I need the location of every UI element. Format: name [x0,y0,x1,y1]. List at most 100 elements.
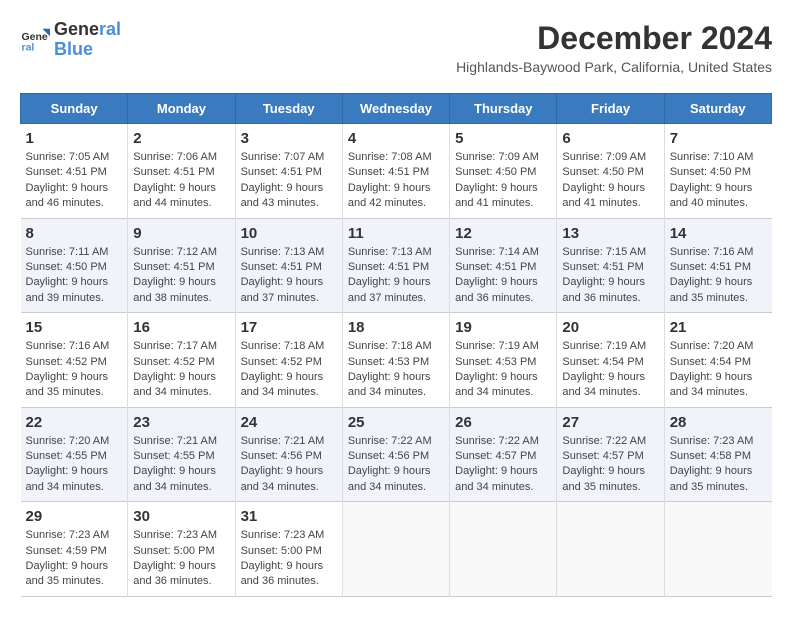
day-sunset: Sunset: 4:51 PM [670,261,751,273]
day-sunrise: Sunrise: 7:13 AM [348,246,432,258]
day-daylight: Daylight: 9 hours and 43 minutes. [241,182,324,209]
day-daylight: Daylight: 9 hours and 35 minutes. [26,371,109,398]
day-daylight: Daylight: 9 hours and 36 minutes. [455,276,538,303]
day-sunrise: Sunrise: 7:20 AM [26,435,110,447]
logo: Gene ral General Blue [20,20,121,60]
calendar-day-20: 20 Sunrise: 7:19 AM Sunset: 4:54 PM Dayl… [557,313,664,408]
day-daylight: Daylight: 9 hours and 36 minutes. [133,560,216,587]
day-sunset: Sunset: 4:50 PM [455,166,536,178]
day-daylight: Daylight: 9 hours and 41 minutes. [455,182,538,209]
day-sunrise: Sunrise: 7:16 AM [26,340,110,352]
calendar-table: SundayMondayTuesdayWednesdayThursdayFrid… [20,93,772,597]
day-daylight: Daylight: 9 hours and 46 minutes. [26,182,109,209]
day-header-monday: Monday [128,94,235,124]
day-sunrise: Sunrise: 7:16 AM [670,246,754,258]
day-sunset: Sunset: 4:51 PM [133,261,214,273]
calendar-day-8: 8 Sunrise: 7:11 AM Sunset: 4:50 PM Dayli… [21,218,128,313]
calendar-week-5: 29 Sunrise: 7:23 AM Sunset: 4:59 PM Dayl… [21,502,772,597]
svg-text:ral: ral [22,41,35,53]
day-sunrise: Sunrise: 7:06 AM [133,151,217,163]
day-sunrise: Sunrise: 7:19 AM [455,340,539,352]
day-number: 30 [133,508,229,525]
calendar-day-30: 30 Sunrise: 7:23 AM Sunset: 5:00 PM Dayl… [128,502,235,597]
calendar-day-15: 15 Sunrise: 7:16 AM Sunset: 4:52 PM Dayl… [21,313,128,408]
day-number: 2 [133,130,229,147]
calendar-week-2: 8 Sunrise: 7:11 AM Sunset: 4:50 PM Dayli… [21,218,772,313]
calendar-day-27: 27 Sunrise: 7:22 AM Sunset: 4:57 PM Dayl… [557,407,664,502]
day-header-thursday: Thursday [450,94,557,124]
calendar-day-24: 24 Sunrise: 7:21 AM Sunset: 4:56 PM Dayl… [235,407,342,502]
day-sunrise: Sunrise: 7:21 AM [133,435,217,447]
calendar-day-18: 18 Sunrise: 7:18 AM Sunset: 4:53 PM Dayl… [342,313,449,408]
calendar-day-22: 22 Sunrise: 7:20 AM Sunset: 4:55 PM Dayl… [21,407,128,502]
day-number: 26 [455,414,551,431]
day-daylight: Daylight: 9 hours and 36 minutes. [241,560,324,587]
day-number: 15 [26,319,123,336]
day-sunset: Sunset: 4:56 PM [348,450,429,462]
day-number: 28 [670,414,767,431]
day-sunrise: Sunrise: 7:15 AM [562,246,646,258]
day-daylight: Daylight: 9 hours and 34 minutes. [348,465,431,492]
day-number: 1 [26,130,123,147]
day-daylight: Daylight: 9 hours and 35 minutes. [670,276,753,303]
day-sunset: Sunset: 4:53 PM [348,356,429,368]
calendar-day-21: 21 Sunrise: 7:20 AM Sunset: 4:54 PM Dayl… [664,313,771,408]
day-daylight: Daylight: 9 hours and 34 minutes. [348,371,431,398]
day-number: 9 [133,225,229,242]
day-number: 4 [348,130,444,147]
calendar-day-19: 19 Sunrise: 7:19 AM Sunset: 4:53 PM Dayl… [450,313,557,408]
day-sunrise: Sunrise: 7:08 AM [348,151,432,163]
day-number: 6 [562,130,658,147]
day-number: 17 [241,319,337,336]
calendar-week-4: 22 Sunrise: 7:20 AM Sunset: 4:55 PM Dayl… [21,407,772,502]
day-sunrise: Sunrise: 7:18 AM [348,340,432,352]
day-header-sunday: Sunday [21,94,128,124]
calendar-day-12: 12 Sunrise: 7:14 AM Sunset: 4:51 PM Dayl… [450,218,557,313]
calendar-body: 1 Sunrise: 7:05 AM Sunset: 4:51 PM Dayli… [21,124,772,597]
day-sunrise: Sunrise: 7:09 AM [562,151,646,163]
day-daylight: Daylight: 9 hours and 34 minutes. [241,465,324,492]
calendar-day-16: 16 Sunrise: 7:17 AM Sunset: 4:52 PM Dayl… [128,313,235,408]
day-sunrise: Sunrise: 7:23 AM [26,529,110,541]
day-sunrise: Sunrise: 7:09 AM [455,151,539,163]
day-sunset: Sunset: 4:58 PM [670,450,751,462]
day-header-wednesday: Wednesday [342,94,449,124]
calendar-day-13: 13 Sunrise: 7:15 AM Sunset: 4:51 PM Dayl… [557,218,664,313]
day-number: 11 [348,225,444,242]
day-sunset: Sunset: 4:52 PM [241,356,322,368]
day-daylight: Daylight: 9 hours and 38 minutes. [133,276,216,303]
day-number: 7 [670,130,767,147]
day-number: 25 [348,414,444,431]
day-number: 12 [455,225,551,242]
day-daylight: Daylight: 9 hours and 40 minutes. [670,182,753,209]
page-subtitle: Highlands-Baywood Park, California, Unit… [456,59,772,75]
day-sunrise: Sunrise: 7:13 AM [241,246,325,258]
day-sunset: Sunset: 4:52 PM [133,356,214,368]
day-daylight: Daylight: 9 hours and 35 minutes. [670,465,753,492]
calendar-week-3: 15 Sunrise: 7:16 AM Sunset: 4:52 PM Dayl… [21,313,772,408]
calendar-day-14: 14 Sunrise: 7:16 AM Sunset: 4:51 PM Dayl… [664,218,771,313]
day-sunset: Sunset: 5:00 PM [133,545,214,557]
calendar-day-25: 25 Sunrise: 7:22 AM Sunset: 4:56 PM Dayl… [342,407,449,502]
calendar-day-5: 5 Sunrise: 7:09 AM Sunset: 4:50 PM Dayli… [450,124,557,219]
calendar-header: SundayMondayTuesdayWednesdayThursdayFrid… [21,94,772,124]
empty-cell [342,502,449,597]
day-daylight: Daylight: 9 hours and 44 minutes. [133,182,216,209]
calendar-day-26: 26 Sunrise: 7:22 AM Sunset: 4:57 PM Dayl… [450,407,557,502]
day-sunrise: Sunrise: 7:22 AM [455,435,539,447]
day-sunset: Sunset: 4:51 PM [26,166,107,178]
day-number: 5 [455,130,551,147]
day-daylight: Daylight: 9 hours and 39 minutes. [26,276,109,303]
calendar-day-7: 7 Sunrise: 7:10 AM Sunset: 4:50 PM Dayli… [664,124,771,219]
day-daylight: Daylight: 9 hours and 34 minutes. [670,371,753,398]
day-number: 8 [26,225,123,242]
day-sunset: Sunset: 4:55 PM [26,450,107,462]
day-daylight: Daylight: 9 hours and 36 minutes. [562,276,645,303]
calendar-day-4: 4 Sunrise: 7:08 AM Sunset: 4:51 PM Dayli… [342,124,449,219]
day-sunrise: Sunrise: 7:05 AM [26,151,110,163]
empty-cell [450,502,557,597]
day-sunrise: Sunrise: 7:20 AM [670,340,754,352]
day-daylight: Daylight: 9 hours and 34 minutes. [26,465,109,492]
day-sunrise: Sunrise: 7:22 AM [348,435,432,447]
day-sunrise: Sunrise: 7:21 AM [241,435,325,447]
